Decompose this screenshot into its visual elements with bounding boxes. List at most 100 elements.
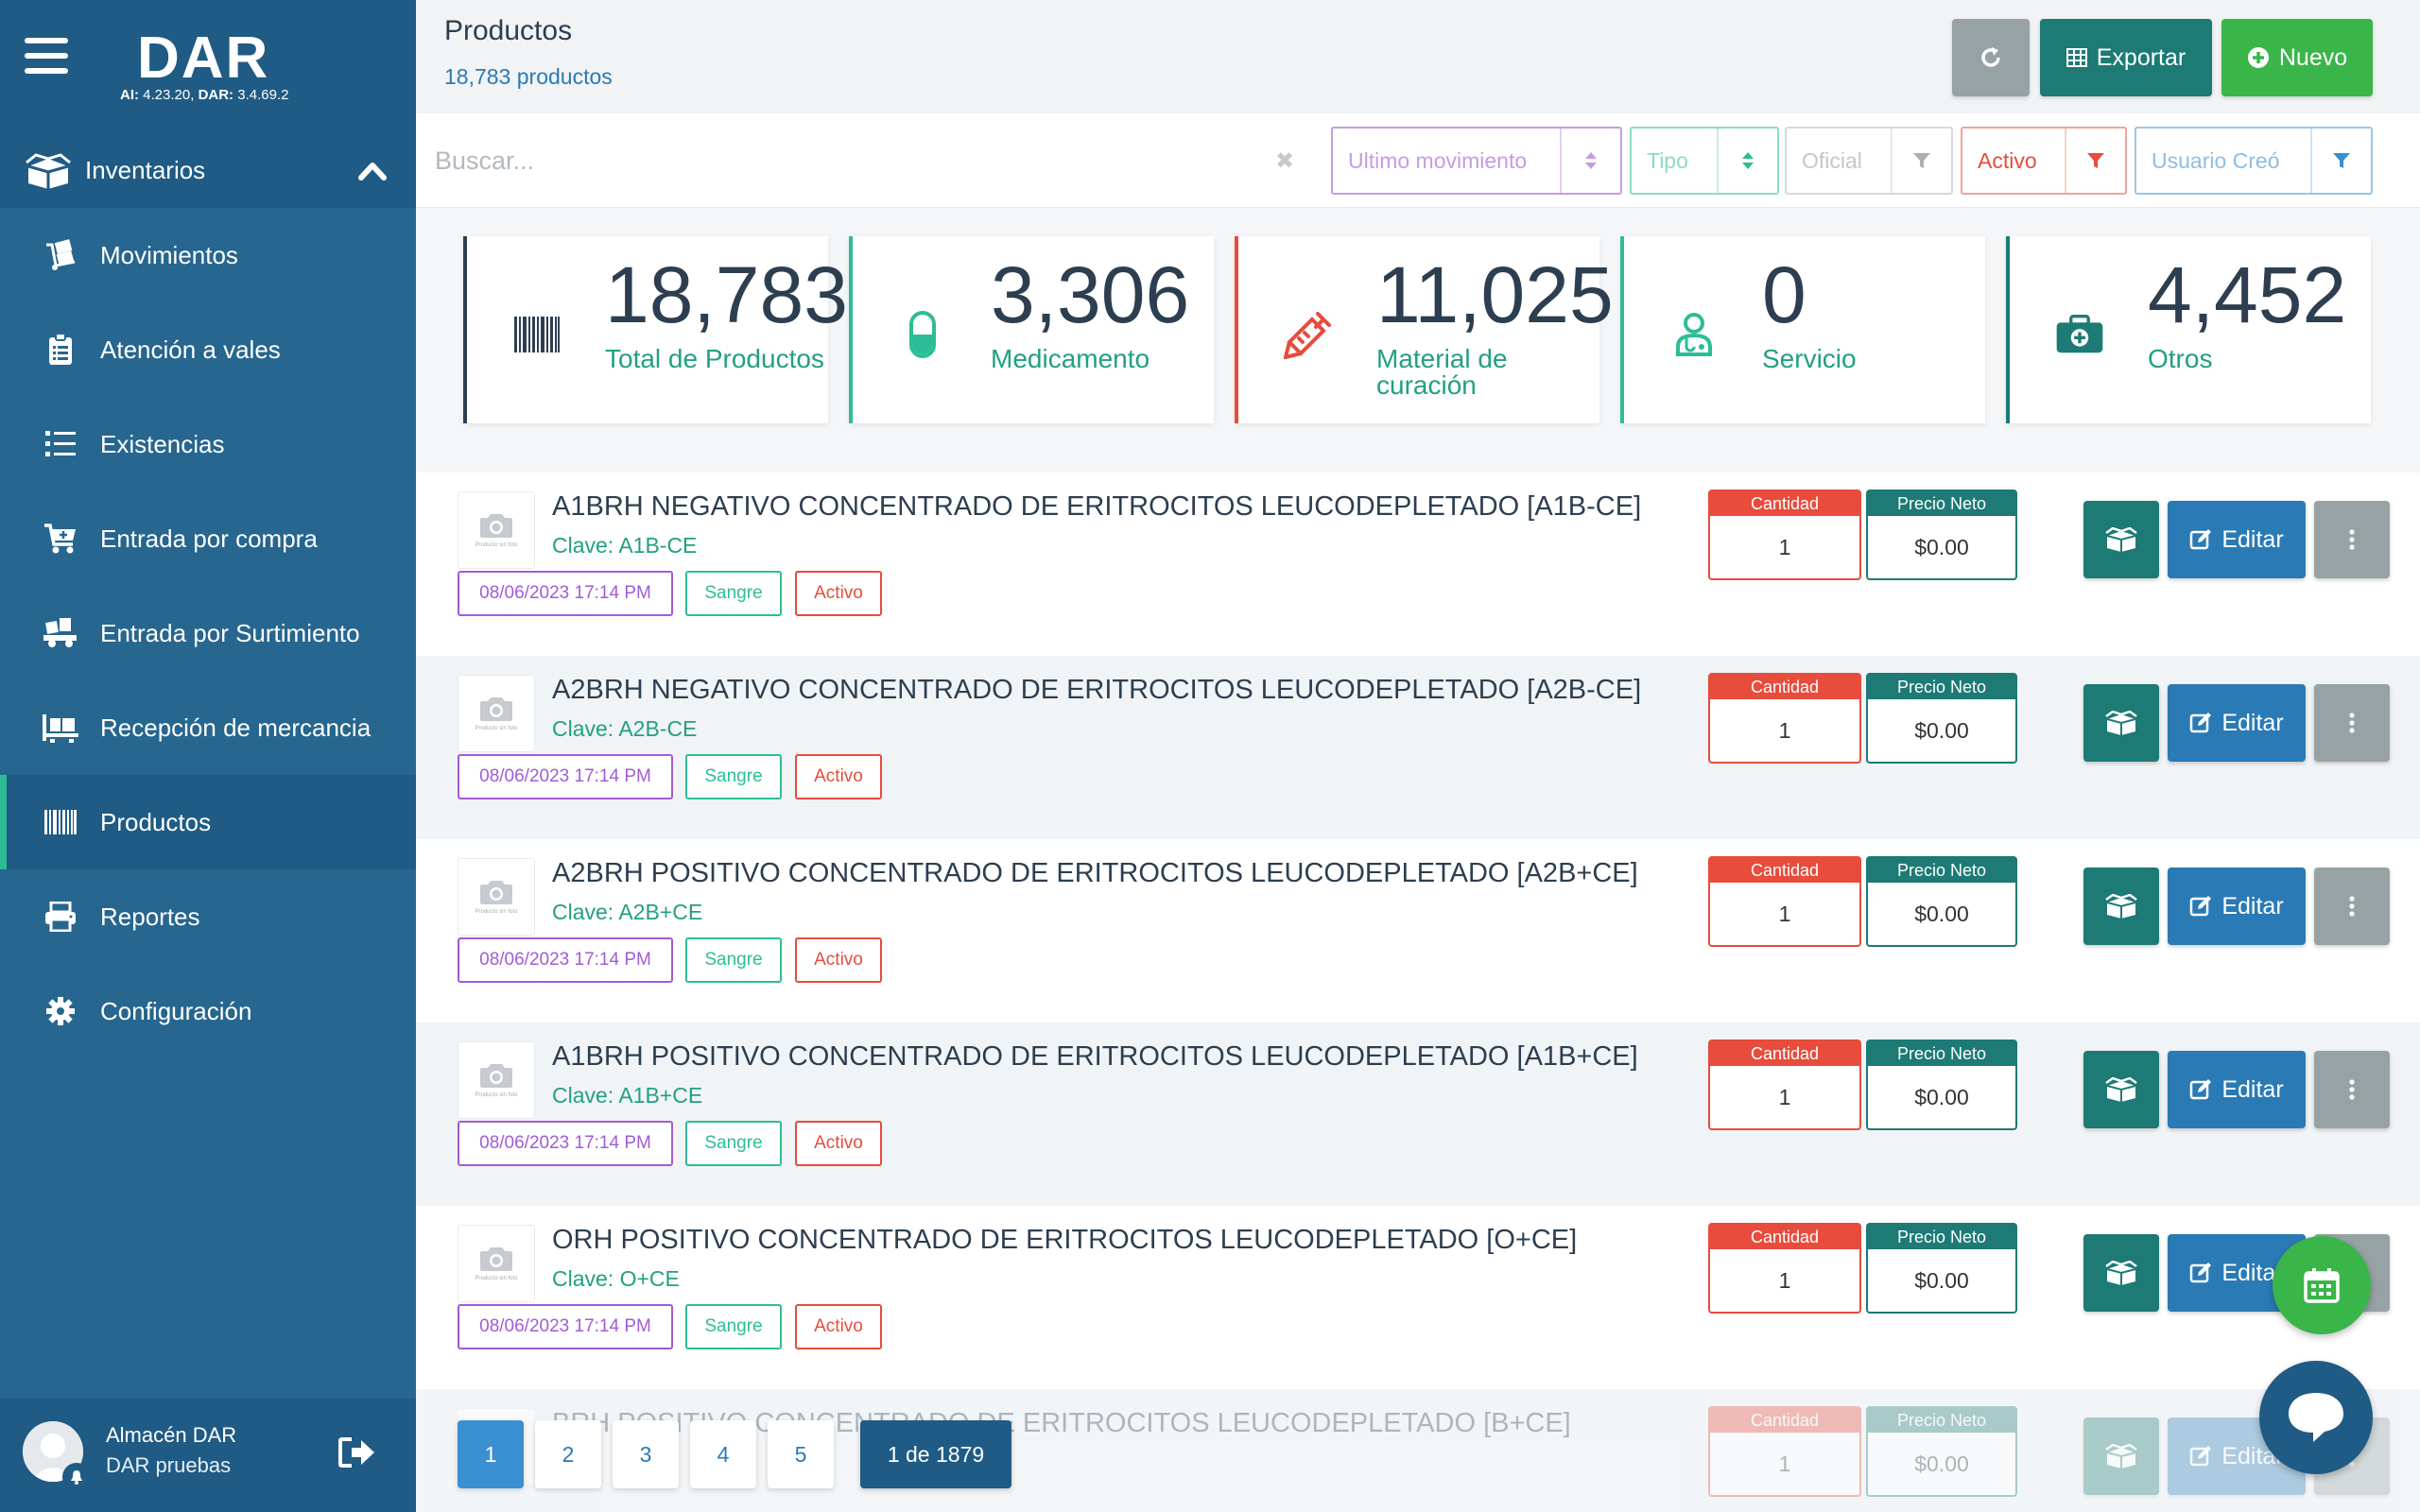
refresh-button[interactable] — [1952, 19, 2030, 96]
inventory-button[interactable] — [2083, 1234, 2159, 1312]
edit-icon — [2190, 1079, 2212, 1100]
product-thumbnail: Producto sin foto — [458, 1041, 535, 1119]
precio-box: Precio Neto $0.00 — [1866, 673, 2017, 764]
user-name: Almacén DAR — [106, 1423, 237, 1447]
more-options-button[interactable] — [2314, 1051, 2390, 1128]
sidebar-item-recepcion[interactable]: Recepción de mercancia — [0, 680, 416, 775]
sidebar-item-reportes[interactable]: Reportes — [0, 869, 416, 964]
new-label: Nuevo — [2278, 43, 2348, 71]
inventory-button[interactable] — [2083, 1051, 2159, 1128]
stat-card-material-curacion[interactable]: 11,025 Material de curación — [1235, 236, 1614, 423]
product-thumbnail: Producto sin foto — [458, 858, 535, 936]
doctor-icon — [1669, 310, 1719, 359]
edit-button[interactable]: Editar — [2168, 868, 2306, 945]
more-options-button[interactable] — [2314, 501, 2390, 578]
cantidad-box: Cantidad 1 — [1708, 490, 1861, 580]
bell-icon[interactable] — [62, 1463, 91, 1491]
ultimo-movimiento-select[interactable]: Ultimo movimiento — [1331, 127, 1622, 195]
edit-icon — [2190, 713, 2212, 733]
edit-button[interactable]: Editar — [2168, 1051, 2306, 1128]
product-row[interactable]: Producto sin foto A1BRH POSITIVO CONCENT… — [416, 1022, 2420, 1206]
category-badge: Sangre — [685, 754, 782, 799]
more-options-button[interactable] — [2314, 868, 2390, 945]
sidebar-item-atencion-vales[interactable]: Atención a vales — [0, 302, 416, 397]
chat-button[interactable] — [2259, 1361, 2373, 1474]
tipo-select[interactable]: Tipo — [1630, 127, 1779, 195]
product-name[interactable]: ORH POSITIVO CONCENTRADO DE ERITROCITOS … — [552, 1225, 1577, 1256]
date-badge: 08/06/2023 17:14 PM — [458, 754, 673, 799]
logout-icon[interactable] — [338, 1436, 376, 1469]
edit-button[interactable]: Editar — [2168, 684, 2306, 762]
cantidad-value: 1 — [1778, 1451, 1791, 1476]
page-info: 1 de 1879 — [860, 1420, 1011, 1488]
product-clave: Clave: A1B-CE — [552, 533, 698, 558]
product-name[interactable]: A2BRH POSITIVO CONCENTRADO DE ERITROCITO… — [552, 858, 1638, 889]
product-name[interactable]: A2BRH NEGATIVO CONCENTRADO DE ERITROCITO… — [552, 675, 1641, 706]
calendar-button[interactable] — [2273, 1236, 2371, 1334]
sidebar-item-entrada-surtimiento[interactable]: Entrada por Surtimiento — [0, 586, 416, 680]
date-badge: 08/06/2023 17:14 PM — [458, 571, 673, 616]
product-clave: Clave: A2B-CE — [552, 716, 698, 741]
sidebar-item-label: Recepción de mercancia — [100, 713, 372, 742]
inventory-button[interactable] — [2083, 868, 2159, 945]
new-button[interactable]: Nuevo — [2221, 19, 2373, 96]
inventory-button[interactable] — [2083, 684, 2159, 762]
chevron-up-icon[interactable] — [355, 153, 389, 187]
inventory-button[interactable] — [2083, 501, 2159, 578]
cantidad-header: Cantidad — [1710, 1408, 1859, 1433]
sidebar-section-label: Inventarios — [85, 155, 206, 184]
product-name[interactable]: A1BRH POSITIVO CONCENTRADO DE ERITROCITO… — [552, 1041, 1638, 1073]
sidebar-item-label: Movimientos — [100, 240, 238, 269]
truck-loading-icon — [42, 614, 79, 652]
ai-version-label: AI: — [120, 87, 139, 103]
sidebar-item-label: Reportes — [100, 902, 200, 931]
sidebar-item-existencias[interactable]: Existencias — [0, 397, 416, 491]
sidebar-section-inventarios[interactable]: Inventarios — [0, 132, 416, 208]
cantidad-value: 1 — [1778, 1084, 1791, 1109]
precio-box: Precio Neto $0.00 — [1866, 1040, 2017, 1130]
page-button[interactable]: 2 — [535, 1420, 601, 1488]
page-button[interactable]: 4 — [690, 1420, 756, 1488]
product-name[interactable]: A1BRH NEGATIVO CONCENTRADO DE ERITROCITO… — [552, 491, 1641, 523]
export-label: Exportar — [2096, 43, 2187, 71]
oficial-filter[interactable]: Oficial — [1785, 127, 1953, 195]
stat-card-medicamento[interactable]: 3,306 Medicamento — [849, 236, 1214, 423]
sidebar-item-configuracion[interactable]: Configuración — [0, 964, 416, 1058]
page-button[interactable]: 1 — [458, 1420, 524, 1488]
edit-button[interactable]: Editar — [2168, 501, 2306, 578]
usuario-creo-filter[interactable]: Usuario Creó — [2135, 127, 2373, 195]
select-label: Usuario Creó — [2152, 147, 2280, 173]
sidebar-item-movimientos[interactable]: Movimientos — [0, 208, 416, 302]
stat-label: Total de Productos — [605, 344, 824, 373]
product-row[interactable]: Producto sin foto A1BRH NEGATIVO CONCENT… — [416, 472, 2420, 656]
barcode-icon — [512, 310, 562, 359]
precio-value: $0.00 — [1914, 901, 1969, 926]
stat-card-total[interactable]: 18,783 Total de Productos — [463, 236, 848, 423]
search-input[interactable] — [435, 129, 1191, 193]
product-row[interactable]: Producto sin foto ORH POSITIVO CONCENTRA… — [416, 1206, 2420, 1389]
page-button[interactable]: 3 — [613, 1420, 679, 1488]
version-info: AI: 4.23.20, DAR: 3.4.69.2 — [120, 87, 288, 103]
inventory-button[interactable] — [2083, 1418, 2159, 1495]
sidebar-item-productos[interactable]: Productos — [0, 775, 416, 869]
product-row[interactable]: Producto sin foto A2BRH POSITIVO CONCENT… — [416, 839, 2420, 1022]
more-options-button[interactable] — [2314, 684, 2390, 762]
page-button[interactable]: 5 — [768, 1420, 834, 1488]
status-badge: Activo — [795, 754, 882, 799]
stat-card-otros[interactable]: 4,452 Otros — [2006, 236, 2371, 423]
precio-box: Precio Neto $0.00 — [1866, 856, 2017, 947]
activo-filter[interactable]: Activo — [1961, 127, 2127, 195]
product-row[interactable]: Producto sin foto A2BRH NEGATIVO CONCENT… — [416, 656, 2420, 839]
stat-card-servicio[interactable]: 0 Servicio — [1620, 236, 1985, 423]
menu-toggle-icon[interactable] — [25, 38, 68, 74]
cantidad-header: Cantidad — [1710, 675, 1859, 699]
ai-version: 4.23.20, — [143, 87, 195, 103]
export-button[interactable]: Exportar — [2040, 19, 2212, 96]
sidebar-item-entrada-compra[interactable]: Entrada por compra — [0, 491, 416, 586]
sort-icon — [1719, 150, 1777, 171]
date-badge: 08/06/2023 17:14 PM — [458, 1121, 673, 1166]
edit-label: Editar — [2221, 1075, 2284, 1103]
clear-search-button[interactable]: ✖ — [1265, 127, 1305, 195]
boxes-icon — [2105, 527, 2137, 552]
stat-value: 11,025 — [1376, 250, 1614, 339]
